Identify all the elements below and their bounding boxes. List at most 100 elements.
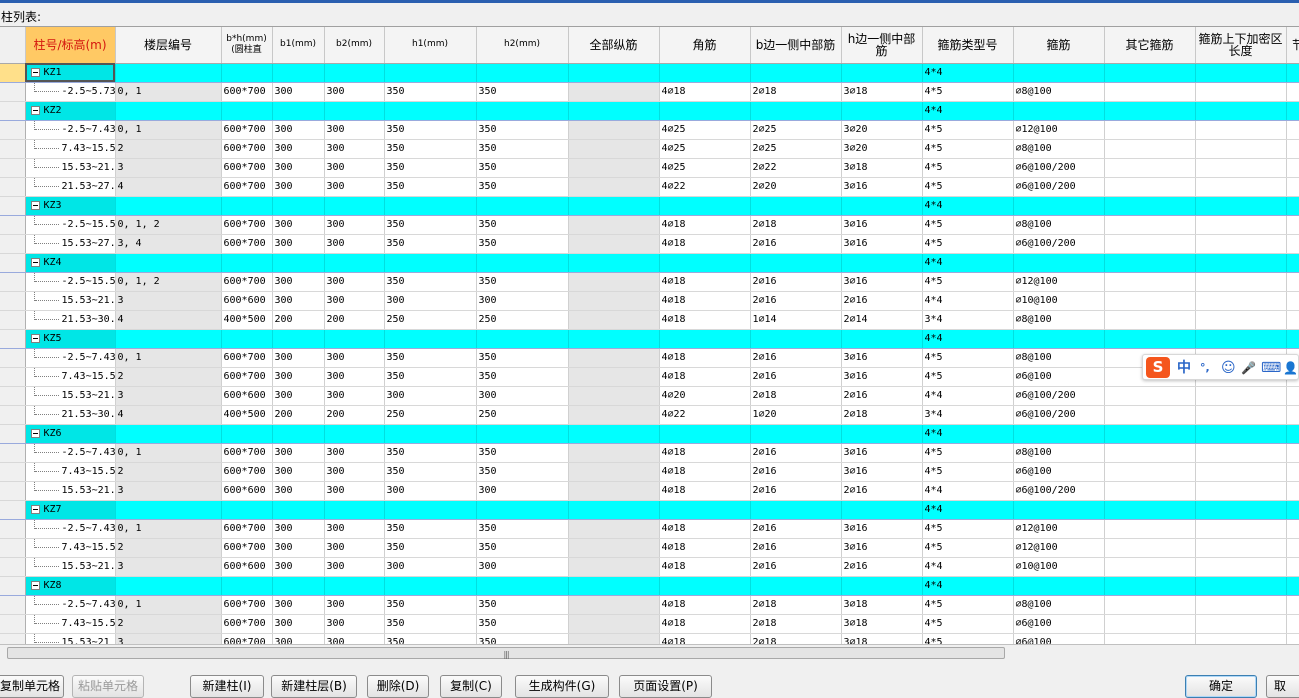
b2-cell[interactable]: 300 [324,519,385,539]
dense-length-cell[interactable] [1195,310,1287,330]
group-cell[interactable] [659,424,751,444]
b2-cell[interactable]: 300 [324,177,385,197]
hmid-cell[interactable]: 3⌀16 [841,367,923,387]
h1-cell[interactable]: 250 [384,310,477,330]
group-cell[interactable] [384,424,477,444]
group-cell[interactable] [476,329,569,349]
group-cell[interactable] [568,63,660,83]
ok-button[interactable]: 确定 [1185,675,1257,698]
bmid-cell[interactable]: 2⌀16 [750,481,842,501]
corner-cell[interactable]: 4⌀18 [659,481,751,501]
extra-cell[interactable] [1286,462,1299,482]
table-row[interactable]: -2.5~5.73 0, 1 600*700 300 300 350 350 4⌀18 2⌀18… [0,82,1299,102]
h1-cell[interactable]: 350 [384,519,477,539]
extra-cell[interactable] [1286,120,1299,140]
group-cell[interactable] [324,196,385,216]
sogou-logo-icon[interactable]: S [1146,357,1170,378]
all-cell[interactable] [568,633,660,644]
htype-cell[interactable]: 4*5 [922,443,1014,463]
floor-cell[interactable]: 0, 1 [115,443,222,463]
h1-cell[interactable]: 350 [384,633,477,644]
all-cell[interactable] [568,177,660,197]
elevation-cell[interactable]: 21.53~27. [25,177,116,197]
b1-cell[interactable]: 300 [272,614,325,634]
emoji-icon[interactable]: ☺ [1221,358,1236,378]
h1-cell[interactable]: 350 [384,443,477,463]
scrollbar-thumb[interactable]: ||| [7,647,1005,659]
dense-length-cell[interactable] [1195,386,1287,406]
b1-cell[interactable]: 300 [272,519,325,539]
hmid-cell[interactable]: 3⌀16 [841,215,923,235]
other-stirrup-cell[interactable] [1104,443,1196,463]
dense-length-cell[interactable] [1195,481,1287,501]
table-row[interactable]: 15.53~21. 3 600*600 300 300 300 300 4⌀18 2⌀16 2⌀1… [0,291,1299,311]
extra-cell[interactable] [1286,272,1299,292]
stirrup-cell[interactable]: ⌀6@100/200 [1013,234,1105,254]
group-cell[interactable] [659,329,751,349]
column-header-11[interactable]: 箍筋类型号 [922,27,1014,64]
horizontal-scrollbar[interactable]: ||| [0,644,1299,660]
htype-cell[interactable]: 4*5 [922,595,1014,615]
stirrup-cell[interactable]: ⌀6@100/200 [1013,481,1105,501]
group-cell[interactable] [659,576,751,596]
group-cell[interactable] [272,253,325,273]
group-cell[interactable] [1195,63,1287,83]
dense-length-cell[interactable] [1195,519,1287,539]
stirrup-cell[interactable]: ⌀8@100 [1013,310,1105,330]
group-cell[interactable] [1013,500,1105,520]
delete-button[interactable]: 删除(D) [367,675,429,698]
other-stirrup-cell[interactable] [1104,291,1196,311]
group-cell[interactable] [1013,101,1105,121]
group-cell[interactable] [659,63,751,83]
stirrup-cell[interactable]: ⌀6@100/200 [1013,405,1105,425]
column-header-14[interactable]: 箍筋上下加密区长度 [1195,27,1287,64]
b2-cell[interactable]: 300 [324,386,385,406]
column-header-3[interactable]: b1(mm) [272,27,325,64]
hmid-cell[interactable]: 3⌀16 [841,234,923,254]
group-hoop-type[interactable]: 4*4 [922,500,1014,520]
hmid-cell[interactable]: 3⌀18 [841,595,923,615]
htype-cell[interactable]: 4*5 [922,272,1014,292]
b1-cell[interactable]: 300 [272,557,325,577]
h2-cell[interactable]: 350 [476,215,569,235]
group-cell[interactable] [1013,329,1105,349]
table-row[interactable]: -2.5~7.43 0, 1 600*700 300 300 350 350 4⌀18 2⌀18… [0,595,1299,615]
group-cell[interactable] [476,500,569,520]
group-cell[interactable] [272,329,325,349]
group-cell[interactable] [1104,196,1196,216]
all-cell[interactable] [568,291,660,311]
extra-cell[interactable] [1286,443,1299,463]
floor-cell[interactable]: 0, 1 [115,120,222,140]
htype-cell[interactable]: 3*4 [922,405,1014,425]
b2-cell[interactable]: 300 [324,443,385,463]
all-cell[interactable] [568,215,660,235]
table-row[interactable]: -2.5~7.43 0, 1 600*700 300 300 350 350 4⌀18 2⌀16… [0,348,1299,368]
corner-cell[interactable]: 4⌀22 [659,405,751,425]
group-cell[interactable] [1195,424,1287,444]
group-cell[interactable] [221,329,273,349]
group-cell[interactable] [384,101,477,121]
elevation-cell[interactable]: -2.5~7.43 [25,348,116,368]
punctuation-icon[interactable]: °, [1200,358,1210,378]
hmid-cell[interactable]: 3⌀18 [841,614,923,634]
hmid-cell[interactable]: 3⌀16 [841,272,923,292]
bh-cell[interactable]: 600*600 [221,557,273,577]
b1-cell[interactable]: 200 [272,310,325,330]
floor-cell[interactable]: 0, 1, 2 [115,215,222,235]
group-cell[interactable] [384,253,477,273]
group-cell[interactable] [841,196,923,216]
table-row[interactable]: -2.5~15.5 0, 1, 2 600*700 300 300 350 350 4⌀18 2… [0,272,1299,292]
bh-cell[interactable]: 600*700 [221,519,273,539]
group-row[interactable]: KZ8 4*4 [0,576,1299,596]
table-row[interactable]: -2.5~7.43 0, 1 600*700 300 300 350 350 4⌀25 2⌀25… [0,120,1299,140]
cancel-button[interactable]: 取 [1266,675,1299,698]
hmid-cell[interactable]: 3⌀18 [841,158,923,178]
bh-cell[interactable]: 600*700 [221,272,273,292]
group-cell[interactable] [750,253,842,273]
bh-cell[interactable]: 600*700 [221,348,273,368]
other-stirrup-cell[interactable] [1104,120,1196,140]
bmid-cell[interactable]: 1⌀20 [750,405,842,425]
dense-length-cell[interactable] [1195,139,1287,159]
group-cell[interactable] [750,101,842,121]
h2-cell[interactable]: 350 [476,538,569,558]
